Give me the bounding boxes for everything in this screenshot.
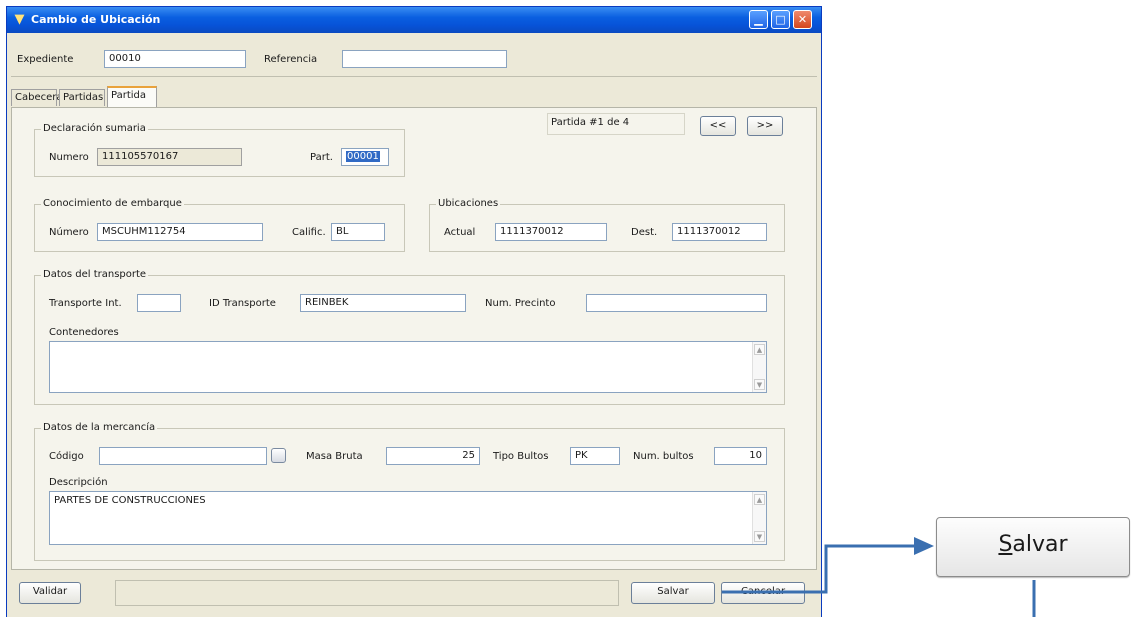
arrowhead-icon (914, 537, 934, 555)
callout-mnemonic: S (998, 532, 1013, 557)
callout-arrow-line (722, 544, 918, 594)
salvar-callout-button: Salvar (936, 517, 1130, 577)
callout-label-rest: alvar (1012, 532, 1068, 557)
